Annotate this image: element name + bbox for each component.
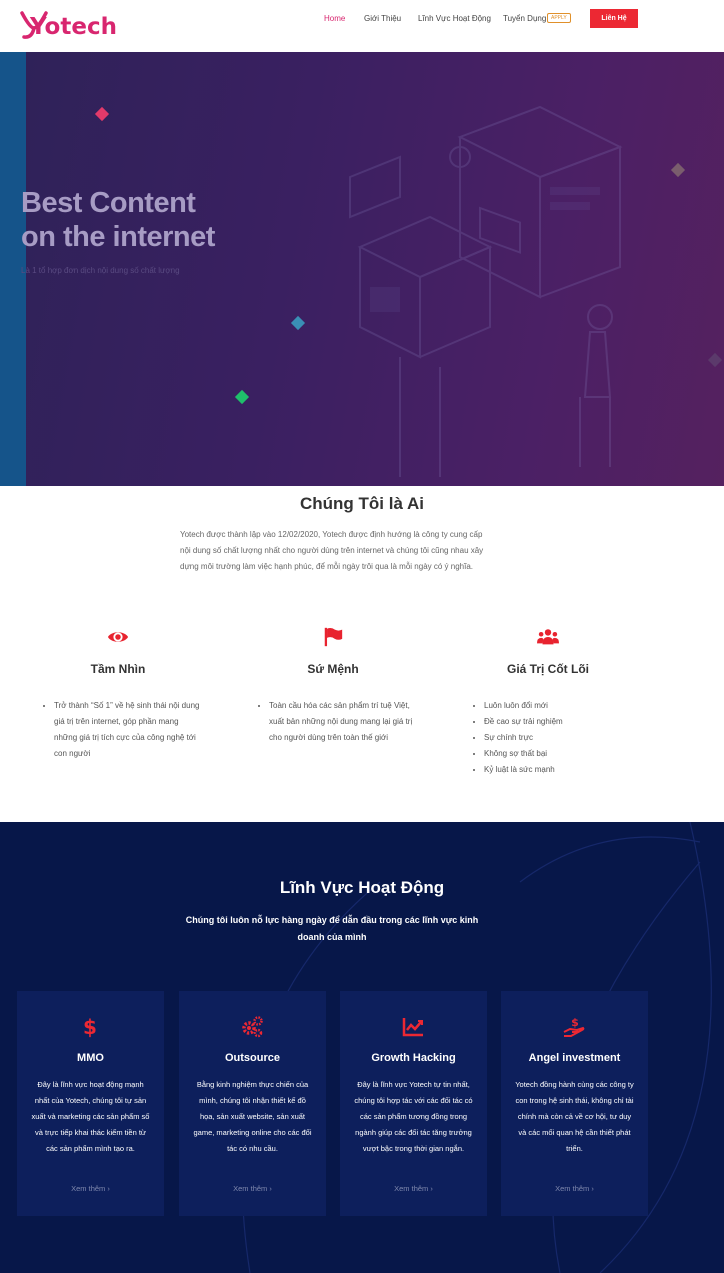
card-text: Yotech đồng hành cùng các công ty con tr… — [515, 1080, 634, 1153]
nav-about[interactable]: Giới Thiệu — [364, 14, 401, 23]
list-item: Không sợ thất bại — [484, 746, 630, 762]
hero-title: Best Content on the internet — [21, 186, 215, 254]
card-text: Đây là lĩnh vực hoạt động mạnh nhất của … — [31, 1080, 150, 1153]
list-item: Toàn cầu hóa các sản phẩm trí tuệ Việt, … — [269, 698, 415, 746]
vision-list: Trở thành “Số 1” về hệ sinh thái nội dun… — [40, 698, 200, 762]
logo-text: Yotech — [30, 14, 117, 40]
read-more-link[interactable]: Xem thêm › — [340, 1184, 487, 1193]
about-title: Chúng Tôi là Ai — [299, 494, 425, 513]
isometric-illustration — [349, 105, 623, 477]
gears-icon — [242, 1016, 263, 1038]
nav-home[interactable]: Home — [324, 14, 345, 23]
service-card-mmo: $ MMO Đây là lĩnh vực hoạt động mạnh nhấ… — [17, 991, 164, 1216]
svg-text:$: $ — [571, 1016, 579, 1029]
diamond-decoration — [234, 389, 250, 405]
mission-list: Toàn cầu hóa các sản phẩm trí tuệ Việt, … — [255, 698, 415, 746]
card-title: Angel investment — [528, 1052, 621, 1064]
nav-careers[interactable]: Tuyển Dụng — [503, 14, 546, 23]
hero-banner: Best Content on the internet Là 1 tổ hợp… — [0, 52, 724, 486]
services-section: Lĩnh Vực Hoạt Động Chúng tôi luôn nỗ lực… — [0, 822, 724, 1273]
services-title: Lĩnh Vực Hoạt Động — [279, 878, 445, 897]
site-header: Yotech Home Giới Thiệu Lĩnh Vực Hoạt Độn… — [0, 0, 724, 52]
users-icon — [537, 629, 559, 645]
list-item: Trở thành “Số 1” về hệ sinh thái nội dun… — [54, 698, 200, 762]
nav-fields[interactable]: Lĩnh Vực Hoạt Động — [418, 14, 491, 23]
read-more-link[interactable]: Xem thêm › — [179, 1184, 326, 1193]
card-text: Đây là lĩnh vực Yotech tự tin nhất, chún… — [354, 1080, 473, 1153]
diamond-decoration — [290, 315, 306, 331]
flag-icon — [324, 627, 343, 647]
chart-line-icon — [402, 1018, 423, 1037]
dollar-icon: $ — [83, 1015, 97, 1039]
read-more-link[interactable]: Xem thêm › — [17, 1184, 164, 1193]
list-item: Sự chính trực — [484, 730, 630, 746]
list-item: Đề cao sự trải nghiệm — [484, 714, 630, 730]
core-values-title: Giá Trị Cốt Lõi — [506, 662, 589, 676]
card-title: MMO — [77, 1052, 104, 1064]
card-text: Bằng kinh nghiệm thực chiến của mình, ch… — [193, 1080, 312, 1153]
services-subtitle: Chúng tôi luôn nỗ lực hàng ngày để dẫn đ… — [185, 915, 479, 942]
diamond-decoration — [670, 162, 686, 178]
diamond-decoration — [707, 352, 723, 368]
hero-title-line1: Best Content — [21, 187, 196, 219]
service-card-growth: Growth Hacking Đây là lĩnh vực Yotech tự… — [340, 991, 487, 1216]
card-title: Outsource — [224, 1052, 280, 1064]
read-more-link[interactable]: Xem thêm › — [501, 1184, 648, 1193]
service-card-outsource: Outsource Bằng kinh nghiệm thực chiến củ… — [179, 991, 326, 1216]
hero-subtitle: Là 1 tổ hợp đơn dịch nội dung số chất lư… — [21, 266, 180, 275]
apply-badge: APPLY — [547, 13, 571, 23]
service-card-angel: $ Angel investment Yotech đồng hành cùng… — [501, 991, 648, 1216]
card-title: Growth Hacking — [371, 1052, 456, 1064]
hand-money-icon: $ — [563, 1016, 585, 1037]
list-item: Luôn luôn đổi mới — [484, 698, 630, 714]
hero-title-line2: on the internet — [21, 221, 215, 253]
list-item: Kỷ luật là sức mạnh — [484, 762, 630, 778]
mission-title: Sứ Mệnh — [307, 662, 359, 676]
vision-title: Tầm Nhìn — [90, 662, 146, 676]
svg-text:$: $ — [83, 1015, 97, 1039]
core-values-list: Luôn luôn đổi mới Đề cao sự trải nghiệm … — [470, 698, 630, 778]
contact-button[interactable]: Liên Hệ — [590, 9, 638, 28]
diamond-decoration — [94, 106, 110, 122]
about-text: Yotech được thành lập vào 12/02/2020, Yo… — [180, 530, 484, 571]
eye-icon — [107, 632, 129, 642]
